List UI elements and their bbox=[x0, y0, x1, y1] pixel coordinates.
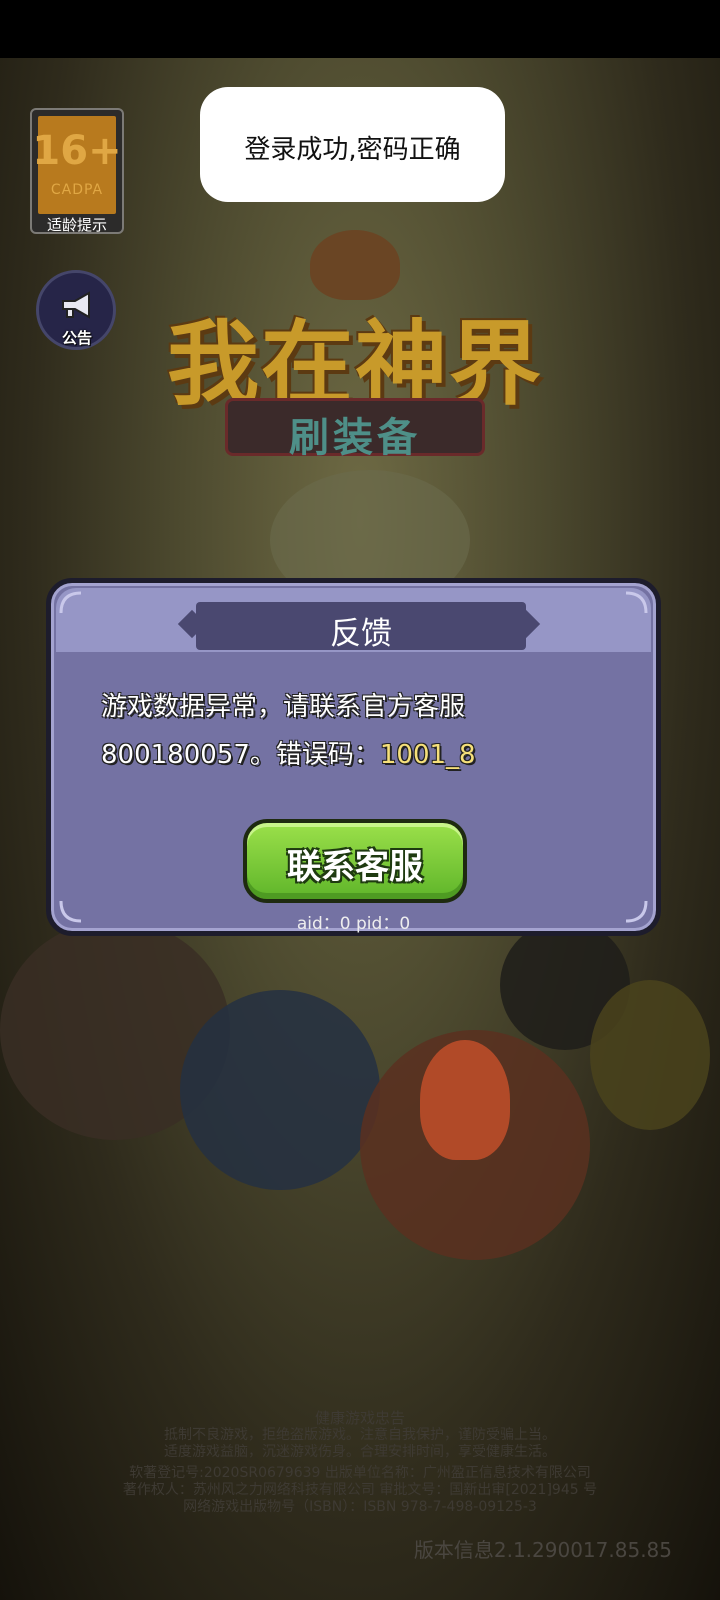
message-line-2-text: 800180057。错误码： bbox=[101, 740, 380, 770]
age-rating-badge[interactable]: 16+ CADPA 适龄提示 bbox=[30, 108, 124, 234]
notice-label: 公告 bbox=[61, 329, 92, 347]
notice-button[interactable]: 公告 bbox=[36, 270, 116, 350]
age-rating-hint: 适龄提示 bbox=[46, 216, 107, 234]
aid-pid-text: aid：0 pid：0 bbox=[296, 914, 411, 934]
dialog-title: 反馈 bbox=[330, 616, 392, 652]
logo-ribbon: 刷装备 bbox=[225, 398, 485, 461]
contact-support-label: 联系客服 bbox=[287, 847, 423, 887]
megaphone-icon bbox=[62, 291, 90, 319]
message-line-2: 800180057。错误码：1001_8 bbox=[101, 731, 621, 779]
toast: 登录成功,密码正确 bbox=[200, 87, 505, 202]
scene-character-drum bbox=[590, 980, 710, 1130]
message-line-1: 游戏数据异常，请联系官方客服 bbox=[101, 692, 466, 722]
copyright-line: 网络游戏出版物号（ISBN）：ISBN 978-7-498-09125-3 bbox=[183, 1499, 537, 1515]
version-info: 版本信息2.1.290017.85.85 bbox=[413, 1538, 672, 1562]
corner-ornament-icon bbox=[625, 591, 648, 614]
health-advice: 健康游戏忠告 抵制不良游戏，拒绝盗版游戏。注意自我保护，谨防受骗上当。 适度游戏… bbox=[100, 1410, 620, 1516]
flame-icon bbox=[420, 1040, 510, 1160]
dialog-header: 反馈 bbox=[56, 588, 651, 652]
health-advice-line: 抵制不良游戏，拒绝盗版游戏。注意自我保护，谨防受骗上当。 bbox=[164, 1427, 556, 1443]
game-logo: 我在神界 刷装备 bbox=[130, 230, 580, 475]
logo-subtitle: 刷装备 bbox=[289, 415, 421, 461]
dialog-title-bar: 反馈 bbox=[196, 602, 526, 652]
age-rating-number: 16+ bbox=[32, 128, 122, 174]
copyright-line: 著作权人：苏州风之力网络科技有限公司 审批文号：国新出审[2021]945 号 bbox=[122, 1482, 598, 1498]
health-advice-title: 健康游戏忠告 bbox=[314, 1409, 405, 1427]
contact-support-button[interactable]: 联系客服 bbox=[243, 819, 467, 903]
scene-character-mage bbox=[180, 990, 380, 1190]
health-advice-line: 适度游戏益脑，沉迷游戏伤身。合理安排时间，享受健康生活。 bbox=[164, 1444, 556, 1460]
dialog-message: 游戏数据异常，请联系官方客服 800180057。错误码：1001_8 bbox=[101, 683, 621, 779]
toast-message: 登录成功,密码正确 bbox=[244, 135, 461, 165]
corner-ornament-icon bbox=[59, 591, 82, 614]
error-code: 1001_8 bbox=[379, 740, 476, 770]
feedback-dialog: 反馈 游戏数据异常，请联系官方客服 800180057。错误码：1001_8 联… bbox=[46, 578, 661, 936]
status-bar bbox=[0, 0, 720, 58]
copyright-line: 软著登记号:2020SR0679639 出版单位名称：广州盈正信息技术有限公司 bbox=[129, 1465, 591, 1481]
age-rating-org: CADPA bbox=[50, 182, 104, 198]
